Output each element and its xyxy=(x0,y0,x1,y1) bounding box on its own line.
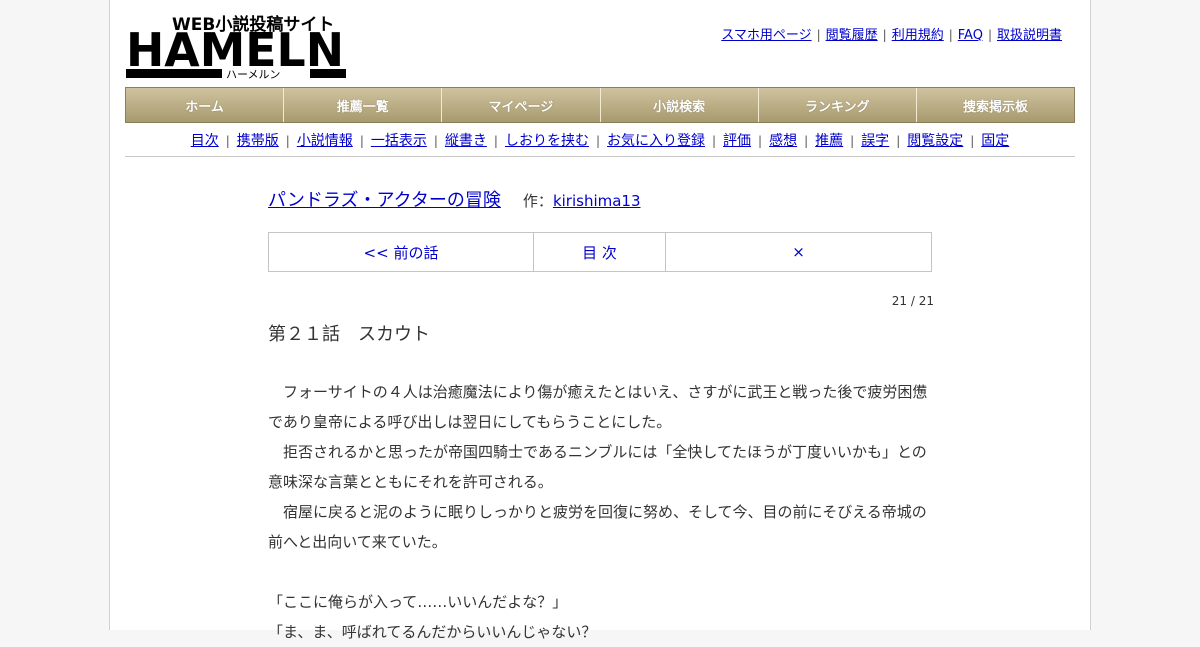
logo-bar-right xyxy=(310,69,346,78)
logo-bar-left xyxy=(126,69,222,78)
subnav-favorite[interactable]: お気に入り登録 xyxy=(607,133,705,149)
separator: | xyxy=(285,134,290,148)
subnav-toc[interactable]: 目次 xyxy=(191,133,219,149)
body-line: 拒否されるかと思ったが帝国四騎士であるニンブルには「全快してたほうが丁度いいかも… xyxy=(268,443,927,461)
nav-recommendations[interactable]: 推薦一覧 xyxy=(284,88,443,122)
chapter-body: フォーサイトの４人は治癒魔法により傷が癒えたとはいえ、さすがに武王と戦った後で疲… xyxy=(268,377,934,647)
header-link-terms[interactable]: 利用規約 xyxy=(892,28,944,43)
subnav-novel-info[interactable]: 小説情報 xyxy=(297,133,353,149)
nav-mypage[interactable]: マイページ xyxy=(442,88,601,122)
nav-home[interactable]: ホーム xyxy=(126,88,285,122)
author-prefix: 作： xyxy=(522,192,553,210)
header-link-history[interactable]: 閲覧履歴 xyxy=(826,28,878,43)
separator: | xyxy=(225,134,230,148)
body-line: 「ここに俺らが入って……いいんだよな？」 xyxy=(268,593,568,611)
subnav-reading-settings[interactable]: 閲覧設定 xyxy=(907,133,963,149)
nav-search-board[interactable]: 捜索掲示板 xyxy=(917,88,1074,122)
subnav-bookmark[interactable]: しおりを挟む xyxy=(505,133,589,149)
next-episode-placeholder: × xyxy=(792,243,805,261)
global-nav: ホーム 推薦一覧 マイページ 小説検索 ランキング 捜索掲示板 xyxy=(125,87,1075,123)
novel-sub-nav: 目次 | 携帯版 | 小説情報 | 一括表示 | 縦書き | しおりを挟む | お気に入り登録 | 評価 | 感… xyxy=(125,130,1075,150)
body-line: フォーサイトの４人は治癒魔法により傷が癒えたとはいえ、さすがに武王と戦った後で疲… xyxy=(268,383,928,401)
subnav-mobile[interactable]: 携帯版 xyxy=(237,133,279,149)
body-line: 「ま、ま、呼ばれてるんだからいいんじゃない？ xyxy=(268,623,597,641)
body-blank-line xyxy=(268,557,934,587)
separator: | xyxy=(882,28,887,42)
separator: | xyxy=(804,134,809,148)
author-link[interactable]: kirishima13 xyxy=(553,192,641,210)
separator: | xyxy=(970,134,975,148)
episode-pager: << 前の話 目 次 × xyxy=(268,232,932,272)
divider xyxy=(125,156,1075,157)
separator: | xyxy=(896,134,901,148)
separator: | xyxy=(433,134,438,148)
subnav-pin[interactable]: 固定 xyxy=(981,133,1009,149)
separator: | xyxy=(712,134,717,148)
body-line: 前へと出向いて来ていた。 xyxy=(268,533,447,551)
separator: | xyxy=(359,134,364,148)
header-link-faq[interactable]: FAQ xyxy=(958,28,983,43)
separator: | xyxy=(948,28,953,42)
episode-counter: 21 / 21 xyxy=(891,294,934,308)
novel-title-row: パンドラズ・アクターの冒険 作：kirishima13 xyxy=(268,186,641,212)
subnav-review[interactable]: 感想 xyxy=(769,133,797,149)
subnav-typo[interactable]: 誤字 xyxy=(861,133,889,149)
separator: | xyxy=(758,134,763,148)
body-line: 意味深な言葉とともにそれを許可される。 xyxy=(268,473,553,491)
separator: | xyxy=(987,28,992,42)
nav-novel-search[interactable]: 小説検索 xyxy=(601,88,759,122)
page-container: WEB小説投稿サイト HAMELN ハーメルン スマホ用ページ | 閲覧履歴 | 利用規… xyxy=(109,0,1091,641)
header-links: スマホ用ページ | 閲覧履歴 | 利用規約 | FAQ | 取扱説明書 xyxy=(721,24,1062,43)
separator: | xyxy=(850,134,855,148)
hameln-logo[interactable]: WEB小説投稿サイト HAMELN ハーメルン xyxy=(126,10,346,80)
subnav-vertical[interactable]: 縦書き xyxy=(445,133,487,149)
chapter-title: 第２１話 スカウト xyxy=(268,324,430,345)
novel-title-link[interactable]: パンドラズ・アクターの冒険 xyxy=(268,190,501,211)
toc-link[interactable]: 目 次 xyxy=(534,233,666,271)
prev-episode-link[interactable]: << 前の話 xyxy=(269,233,534,271)
separator: | xyxy=(595,134,600,148)
body-line: であり皇帝による呼び出しは翌日にしてもらうことにした。 xyxy=(268,413,672,431)
separator: | xyxy=(493,134,498,148)
subnav-rating[interactable]: 評価 xyxy=(723,133,751,149)
subnav-show-all[interactable]: 一括表示 xyxy=(371,133,427,149)
separator: | xyxy=(816,28,821,42)
nav-ranking[interactable]: ランキング xyxy=(759,88,917,122)
header-link-smartphone[interactable]: スマホ用ページ xyxy=(721,28,811,43)
body-line: 宿屋に戻ると泥のように眠りしっかりと疲労を回復に努め、そして今、目の前にそびえる… xyxy=(268,503,927,521)
logo-kana: ハーメルン xyxy=(226,68,280,80)
subnav-recommend[interactable]: 推薦 xyxy=(815,133,843,149)
header-link-manual[interactable]: 取扱説明書 xyxy=(997,28,1062,43)
